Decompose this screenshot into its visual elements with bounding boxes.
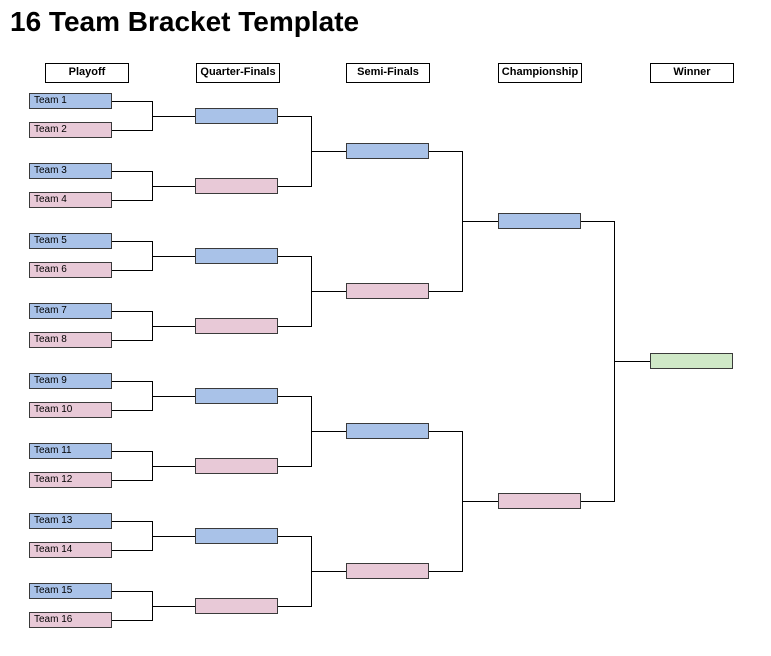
bracket-line	[112, 340, 152, 341]
bracket-line	[112, 171, 152, 172]
team-slot[interactable]	[195, 598, 278, 614]
bracket-line	[152, 256, 195, 257]
team-slot[interactable]	[195, 178, 278, 194]
round-header-championship: Championship	[498, 63, 582, 83]
team-slot[interactable]	[195, 318, 278, 334]
team-slot[interactable]: Team 11	[29, 443, 112, 459]
bracket-line	[112, 591, 152, 592]
bracket-line	[112, 521, 152, 522]
bracket-line	[112, 620, 152, 621]
team-slot[interactable]: Team 5	[29, 233, 112, 249]
team-slot[interactable]	[498, 493, 581, 509]
bracket-line	[429, 571, 462, 572]
team-slot[interactable]: Team 3	[29, 163, 112, 179]
round-header-playoff: Playoff	[45, 63, 129, 83]
round-header-semifinals: Semi-Finals	[346, 63, 430, 83]
bracket-line	[278, 326, 311, 327]
team-slot[interactable]: Team 13	[29, 513, 112, 529]
bracket-line	[614, 361, 650, 362]
round-header-winner: Winner	[650, 63, 734, 83]
page-title: 16 Team Bracket Template	[10, 6, 359, 38]
bracket-line	[311, 291, 346, 292]
bracket-line	[311, 431, 346, 432]
team-slot[interactable]	[195, 248, 278, 264]
team-slot[interactable]: Team 9	[29, 373, 112, 389]
team-slot[interactable]: Team 7	[29, 303, 112, 319]
bracket-line	[112, 270, 152, 271]
team-slot[interactable]	[346, 563, 429, 579]
bracket-line	[112, 200, 152, 201]
team-slot[interactable]: Team 12	[29, 472, 112, 488]
bracket-line	[278, 396, 311, 397]
bracket-line	[152, 326, 195, 327]
bracket-line	[278, 116, 311, 117]
team-slot[interactable]: Team 2	[29, 122, 112, 138]
team-slot[interactable]	[195, 108, 278, 124]
bracket-line	[311, 571, 346, 572]
bracket-line	[429, 151, 462, 152]
round-header-quarterfinals: Quarter-Finals	[196, 63, 280, 83]
bracket-line	[112, 311, 152, 312]
team-slot[interactable]	[195, 458, 278, 474]
bracket-line	[581, 221, 614, 222]
bracket-line	[278, 256, 311, 257]
team-slot[interactable]	[346, 423, 429, 439]
bracket-page: 16 Team Bracket Template Playoff Quarter…	[0, 0, 771, 656]
bracket-line	[278, 466, 311, 467]
bracket-line	[311, 151, 346, 152]
bracket-line	[462, 221, 498, 222]
team-slot[interactable]	[195, 528, 278, 544]
team-slot[interactable]: Team 10	[29, 402, 112, 418]
winner-slot[interactable]	[650, 353, 733, 369]
bracket-line	[278, 606, 311, 607]
bracket-line	[112, 451, 152, 452]
bracket-line	[429, 291, 462, 292]
team-slot[interactable]	[195, 388, 278, 404]
bracket-line	[152, 466, 195, 467]
bracket-line	[462, 501, 498, 502]
bracket-line	[429, 431, 462, 432]
bracket-line	[152, 186, 195, 187]
bracket-line	[112, 410, 152, 411]
team-slot[interactable]: Team 16	[29, 612, 112, 628]
bracket-line	[152, 606, 195, 607]
bracket-line	[152, 536, 195, 537]
bracket-line	[112, 480, 152, 481]
bracket-line	[112, 381, 152, 382]
bracket-line	[112, 241, 152, 242]
team-slot[interactable]	[346, 143, 429, 159]
team-slot[interactable]	[346, 283, 429, 299]
team-slot[interactable]: Team 1	[29, 93, 112, 109]
bracket-line	[278, 186, 311, 187]
bracket-line	[581, 501, 614, 502]
bracket-line	[112, 130, 152, 131]
bracket-line	[112, 101, 152, 102]
team-slot[interactable]: Team 15	[29, 583, 112, 599]
bracket-line	[152, 116, 195, 117]
team-slot[interactable]: Team 14	[29, 542, 112, 558]
team-slot[interactable]: Team 4	[29, 192, 112, 208]
bracket-line	[152, 396, 195, 397]
bracket-line	[278, 536, 311, 537]
team-slot[interactable]: Team 8	[29, 332, 112, 348]
team-slot[interactable]	[498, 213, 581, 229]
bracket-line	[112, 550, 152, 551]
team-slot[interactable]: Team 6	[29, 262, 112, 278]
